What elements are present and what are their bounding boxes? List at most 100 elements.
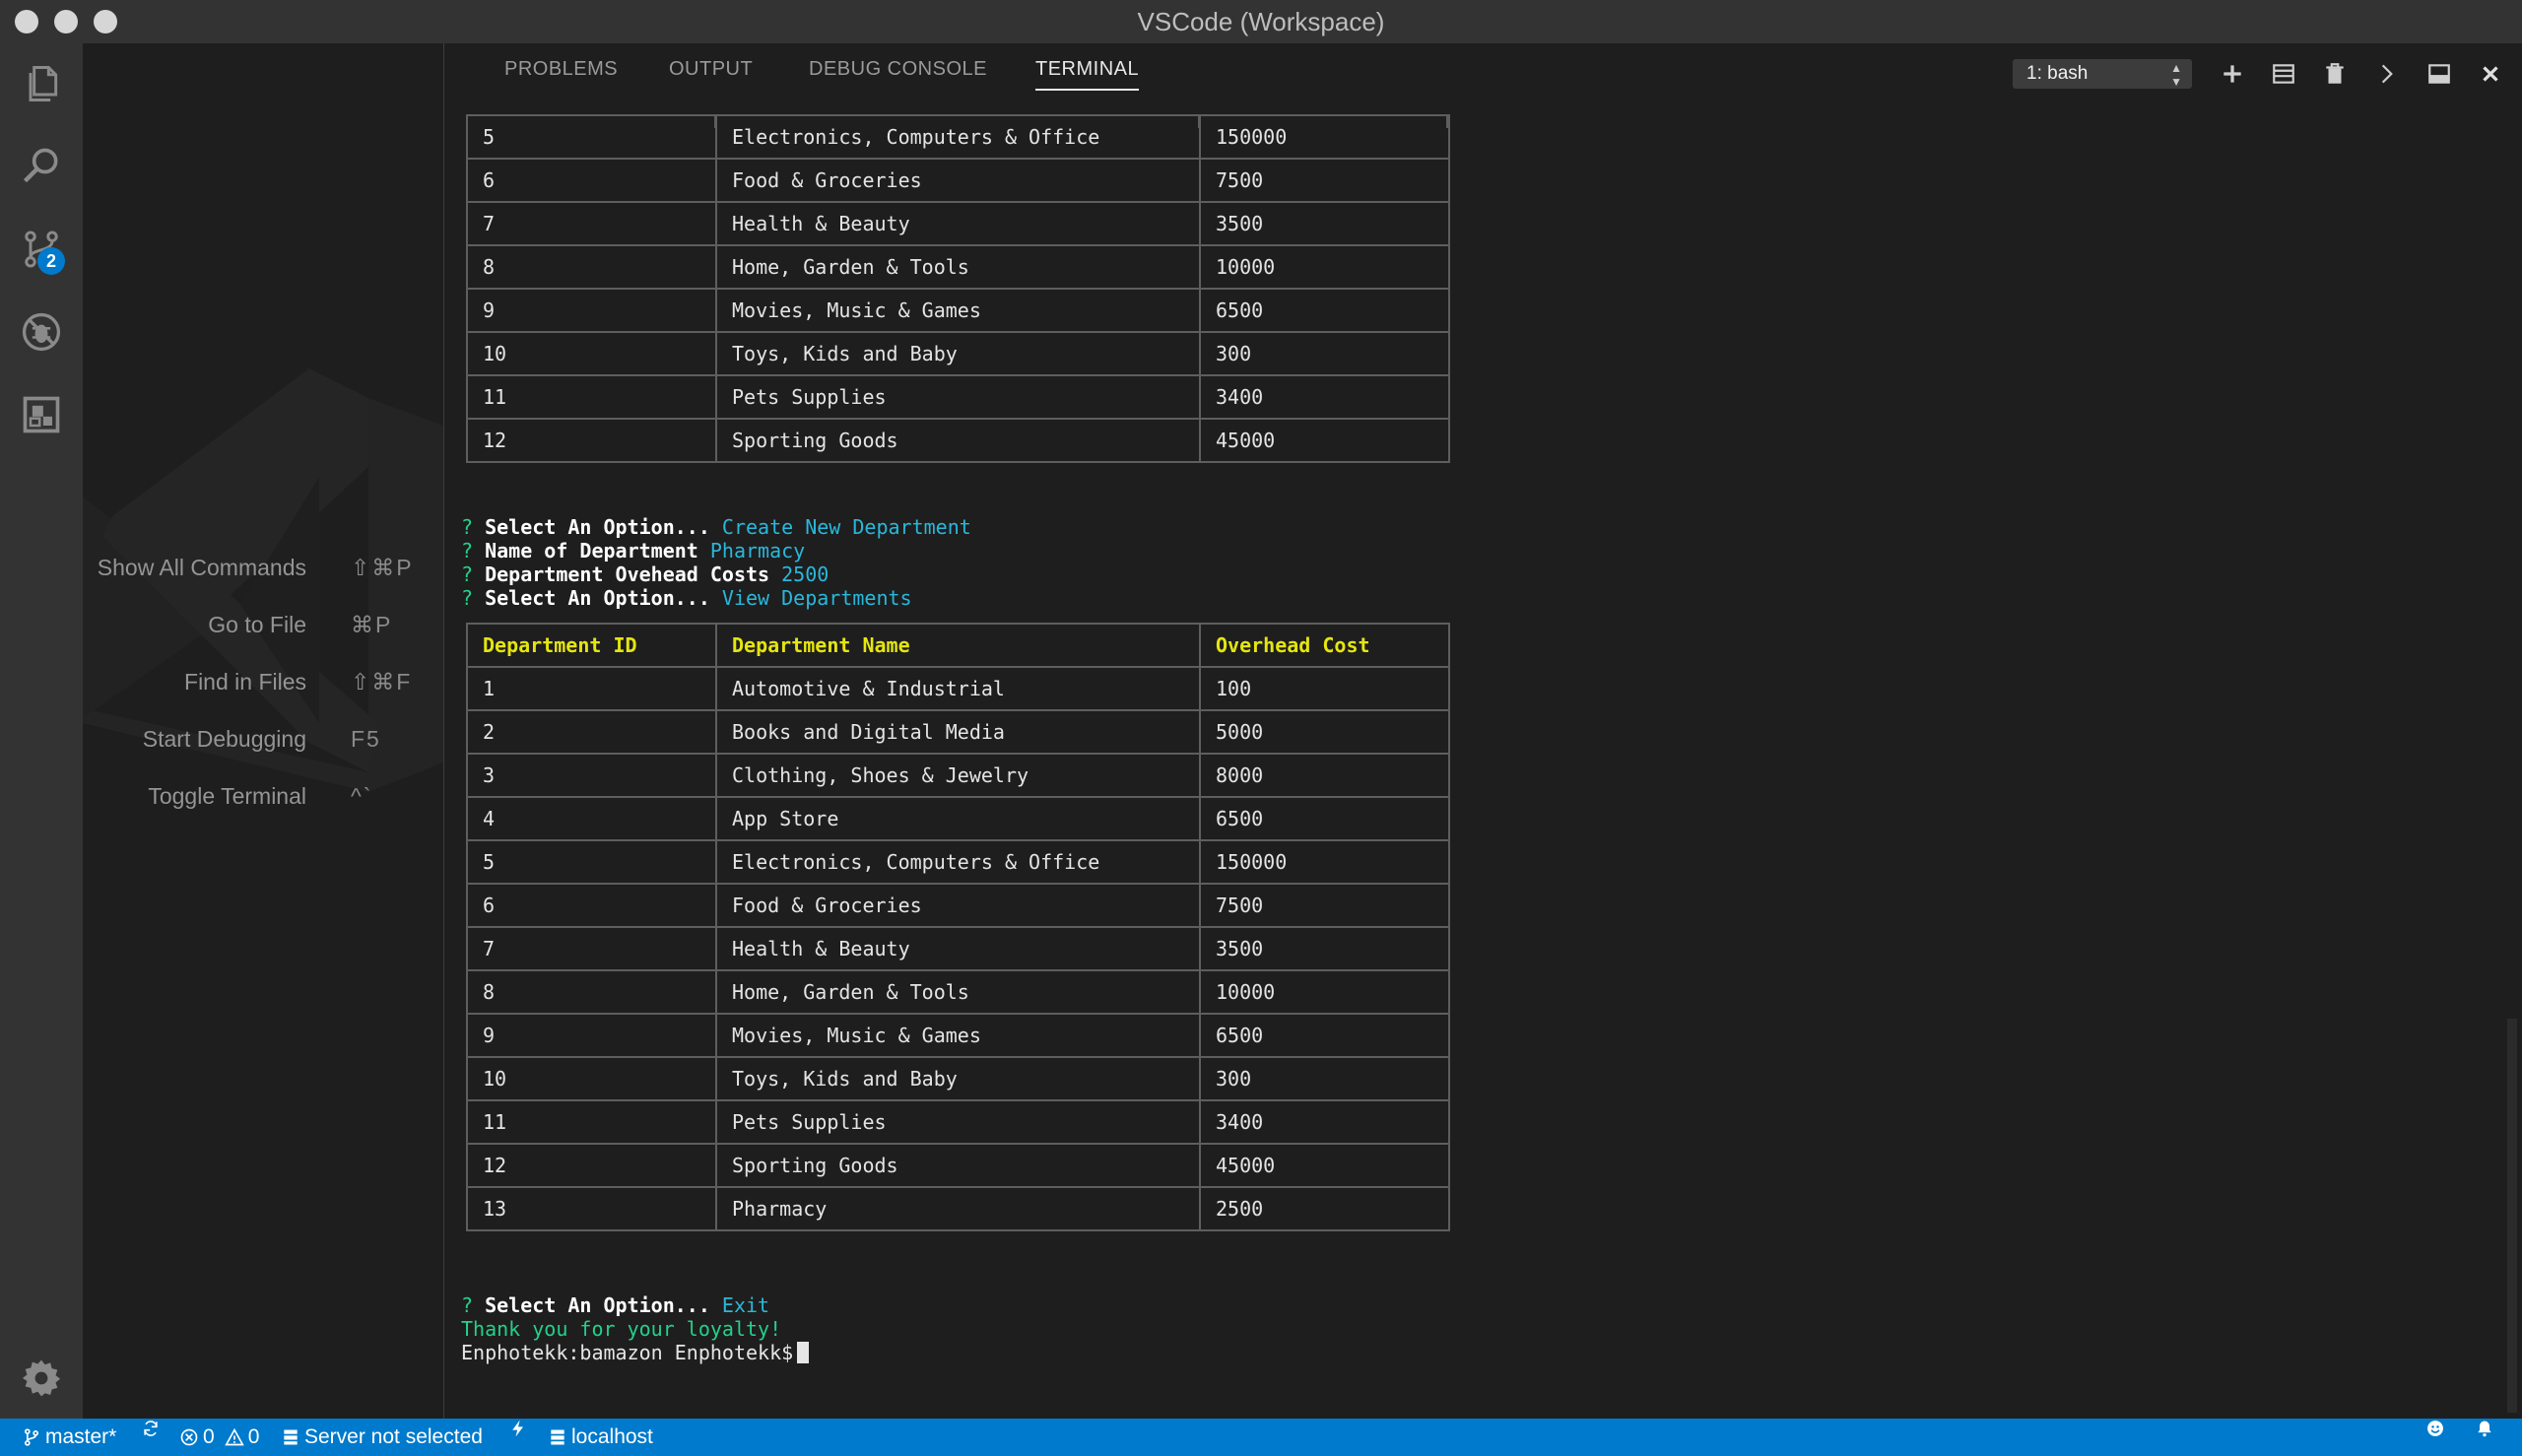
table-cell: Sporting Goods: [715, 418, 1201, 463]
prompt-question: Name of Department: [485, 539, 698, 563]
table-cell: 10: [466, 331, 717, 376]
table-cell: 12: [466, 1143, 717, 1188]
table-cell: 6500: [1199, 796, 1450, 841]
table-cell: 7: [466, 926, 717, 971]
table-cell: 12: [466, 418, 717, 463]
tab-problems[interactable]: PROBLEMS: [504, 58, 618, 89]
split-icon[interactable]: [2269, 59, 2298, 89]
tab-terminal[interactable]: TERMINAL: [1035, 58, 1140, 91]
chevron-right-icon[interactable]: [2372, 59, 2402, 89]
table-cell: 3400: [1199, 374, 1450, 420]
terminal-prompt-line: ? Select An Option... View Departments: [461, 586, 912, 610]
shortcut-find-in-files[interactable]: Find in Files ⇧⌘F: [83, 662, 443, 701]
table-row: 6 Food & Groceries 7500: [466, 883, 1450, 928]
terminal-select[interactable]: 1: bash ▲ ▼: [2013, 59, 2192, 89]
problems-status[interactable]: 0 0: [179, 1419, 259, 1456]
search-icon[interactable]: [17, 142, 66, 191]
explorer-icon[interactable]: [17, 59, 66, 108]
prompt-question: Select An Option...: [485, 586, 710, 610]
departments-table-previous: 5 Electronics, Computers & Office 150000 6 F…: [466, 114, 1450, 463]
prompt-answer: Create New Department: [721, 515, 971, 539]
shortcut-key: ⇧⌘F: [351, 669, 413, 695]
gear-icon[interactable]: [17, 1354, 66, 1403]
prompt-answer: Exit: [721, 1293, 770, 1317]
table-cell: Health & Beauty: [715, 201, 1201, 246]
shortcut-toggle-terminal[interactable]: Toggle Terminal ^`: [83, 776, 443, 816]
table-cell: 45000: [1199, 418, 1450, 463]
table-row: 12 Sporting Goods 45000: [466, 418, 1450, 463]
terminal-scrollbar[interactable]: [2507, 1019, 2517, 1413]
table-cell: 10000: [1199, 969, 1450, 1015]
feedback-smiley-icon[interactable]: [2425, 1419, 2445, 1438]
table-cell: 3400: [1199, 1099, 1450, 1145]
trash-icon[interactable]: [2320, 59, 2350, 89]
warning-icon: [224, 1427, 244, 1446]
table-cell: Pets Supplies: [715, 1099, 1201, 1145]
sync-icon[interactable]: [141, 1419, 161, 1438]
shell-prompt: Enphotekk:bamazon Enphotekk$: [461, 1341, 794, 1364]
prompt-answer: Pharmacy: [709, 539, 806, 563]
prompt-question: Department Ovehead Costs: [485, 563, 770, 586]
shortcut-key: ^`: [351, 783, 373, 809]
table-row: 8 Home, Garden & Tools 10000: [466, 244, 1450, 290]
table-row: 8 Home, Garden & Tools 10000: [466, 969, 1450, 1015]
terminal-prompt-line: ? Name of Department Pharmacy: [461, 539, 805, 563]
table-cell: 8: [466, 244, 717, 290]
shell-prompt-line[interactable]: Enphotekk:bamazon Enphotekk$: [461, 1341, 810, 1364]
shortcut-key: ⌘P: [351, 612, 393, 637]
table-row: 7 Health & Beauty 3500: [466, 926, 1450, 971]
shortcut-go-to-file[interactable]: Go to File ⌘P: [83, 605, 443, 644]
lightning-icon[interactable]: [508, 1419, 528, 1438]
table-cell: 3500: [1199, 201, 1450, 246]
close-icon[interactable]: [2476, 59, 2505, 89]
shortcut-start-debugging[interactable]: Start Debugging F5: [83, 719, 443, 759]
table-border: [714, 114, 716, 128]
server-label: Server not selected: [304, 1425, 483, 1448]
table-cell: Home, Garden & Tools: [715, 244, 1201, 290]
maximize-panel-icon[interactable]: [2424, 59, 2454, 89]
table-cell: 11: [466, 374, 717, 420]
table-row: 10 Toys, Kids and Baby 300: [466, 1056, 1450, 1101]
table-body: 5 Electronics, Computers & Office 150000 6 F…: [466, 114, 1450, 463]
table-cell: 1: [466, 666, 717, 711]
extensions-icon[interactable]: [17, 390, 66, 439]
error-icon: [180, 1428, 198, 1446]
tab-output[interactable]: OUTPUT: [669, 58, 753, 89]
table-cell: Toys, Kids and Baby: [715, 331, 1201, 376]
host-status[interactable]: localhost: [548, 1419, 653, 1456]
scm-badge: 2: [37, 247, 65, 275]
table-cell: 7500: [1199, 883, 1450, 928]
shortcut-label: Toggle Terminal: [148, 783, 306, 809]
prompt-answer: 2500: [781, 563, 830, 586]
shortcut-label: Find in Files: [184, 669, 306, 695]
prompt-mark: ?: [461, 539, 474, 563]
table-cell: 300: [1199, 331, 1450, 376]
table-cell: Electronics, Computers & Office: [715, 839, 1201, 885]
table-body: Department ID Department Name Overhead C…: [466, 623, 1450, 1231]
server-status[interactable]: Server not selected: [281, 1419, 483, 1456]
debug-icon[interactable]: [17, 307, 66, 357]
table-cell: 13: [466, 1186, 717, 1231]
table-row: 9 Movies, Music & Games 6500: [466, 1013, 1450, 1058]
branch-status[interactable]: master*: [22, 1419, 116, 1456]
table-row: 12 Sporting Goods 45000: [466, 1143, 1450, 1188]
prompt-question: Select An Option...: [485, 1293, 710, 1317]
bell-icon[interactable]: [2475, 1419, 2494, 1438]
database-icon: [284, 1429, 298, 1445]
table-cell: 6: [466, 883, 717, 928]
terminal-prompt-line: ? Select An Option... Exit: [461, 1293, 769, 1317]
table-row: 9 Movies, Music & Games 6500: [466, 288, 1450, 333]
plus-icon[interactable]: [2218, 59, 2247, 89]
panel-header: PROBLEMS OUTPUT DEBUG CONSOLE TERMINAL 1…: [444, 43, 2522, 102]
table-cell: Books and Digital Media: [715, 709, 1201, 755]
column-header: Overhead Cost: [1199, 623, 1450, 668]
table-cell: 3500: [1199, 926, 1450, 971]
table-cell: Pets Supplies: [715, 374, 1201, 420]
shortcut-show-all-commands[interactable]: Show All Commands ⇧⌘P: [83, 548, 443, 587]
table-cell: Toys, Kids and Baby: [715, 1056, 1201, 1101]
table-cell: 2500: [1199, 1186, 1450, 1231]
shortcut-label: Start Debugging: [142, 726, 306, 752]
tab-debug-console[interactable]: DEBUG CONSOLE: [809, 58, 987, 89]
table-cell: 8000: [1199, 753, 1450, 798]
table-cell: Electronics, Computers & Office: [715, 114, 1201, 160]
